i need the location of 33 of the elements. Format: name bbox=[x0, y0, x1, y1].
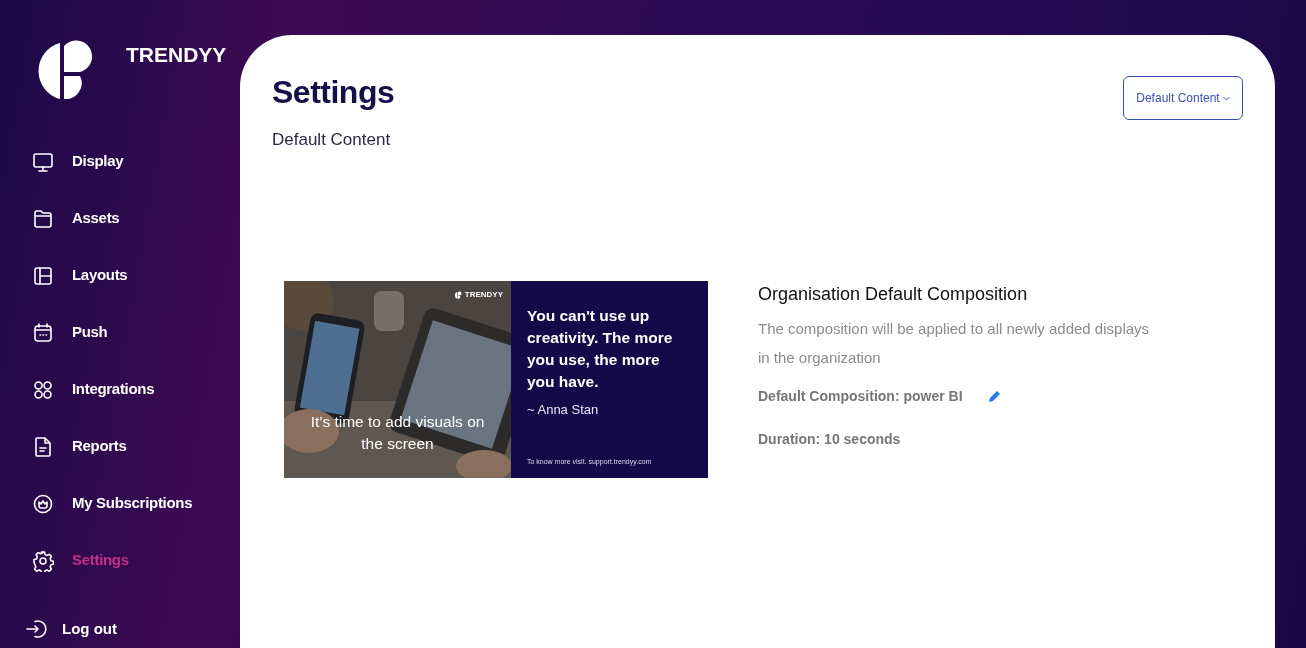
composition-title: Organisation Default Composition bbox=[758, 282, 1029, 306]
nav-item[interactable]: Display bbox=[0, 133, 240, 190]
logout-link[interactable]: Log out bbox=[26, 618, 117, 641]
crown-icon bbox=[32, 492, 54, 515]
nav-item[interactable]: My Subscriptions bbox=[0, 475, 240, 532]
logo-icon bbox=[453, 290, 462, 299]
page-title: Settings bbox=[272, 73, 395, 112]
quote-author: ~ Anna Stan bbox=[527, 400, 600, 419]
brand-name: TRENDYY bbox=[126, 42, 227, 69]
duration-text: Duration: 10 seconds bbox=[758, 430, 902, 450]
calendar-icon bbox=[32, 321, 54, 344]
quote-text: You can't use up creativity. The more you use, the more you have. bbox=[527, 305, 674, 393]
document-icon bbox=[32, 435, 54, 458]
default-composition: Default Composition: power BI bbox=[758, 387, 963, 407]
brand-name: TRENDYY bbox=[464, 288, 503, 301]
nav-item[interactable]: Push bbox=[0, 304, 240, 361]
nav-item[interactable]: Integrations bbox=[0, 361, 240, 418]
caret-icon bbox=[1223, 96, 1230, 102]
nav-item[interactable]: Reports bbox=[0, 418, 240, 475]
layout-icon bbox=[32, 264, 54, 287]
settings-icon bbox=[32, 549, 54, 572]
preview-caption: It’s time to add visuals on the screen bbox=[309, 411, 486, 454]
nav-item[interactable]: Layouts bbox=[0, 247, 240, 304]
section-title: Default Content bbox=[272, 129, 392, 152]
grid-icon bbox=[32, 378, 54, 401]
logout-icon bbox=[26, 618, 48, 641]
dropdown-button[interactable]: Default Content bbox=[1123, 76, 1243, 120]
folder-icon bbox=[32, 207, 54, 230]
monitor-icon bbox=[32, 150, 54, 173]
edit-button[interactable] bbox=[986, 389, 1001, 404]
pencil-icon bbox=[986, 389, 1001, 404]
nav-item[interactable]: Assets bbox=[0, 190, 240, 247]
composition-description: The composition will be applied to all newly added displays in the organization bbox=[758, 318, 1151, 369]
